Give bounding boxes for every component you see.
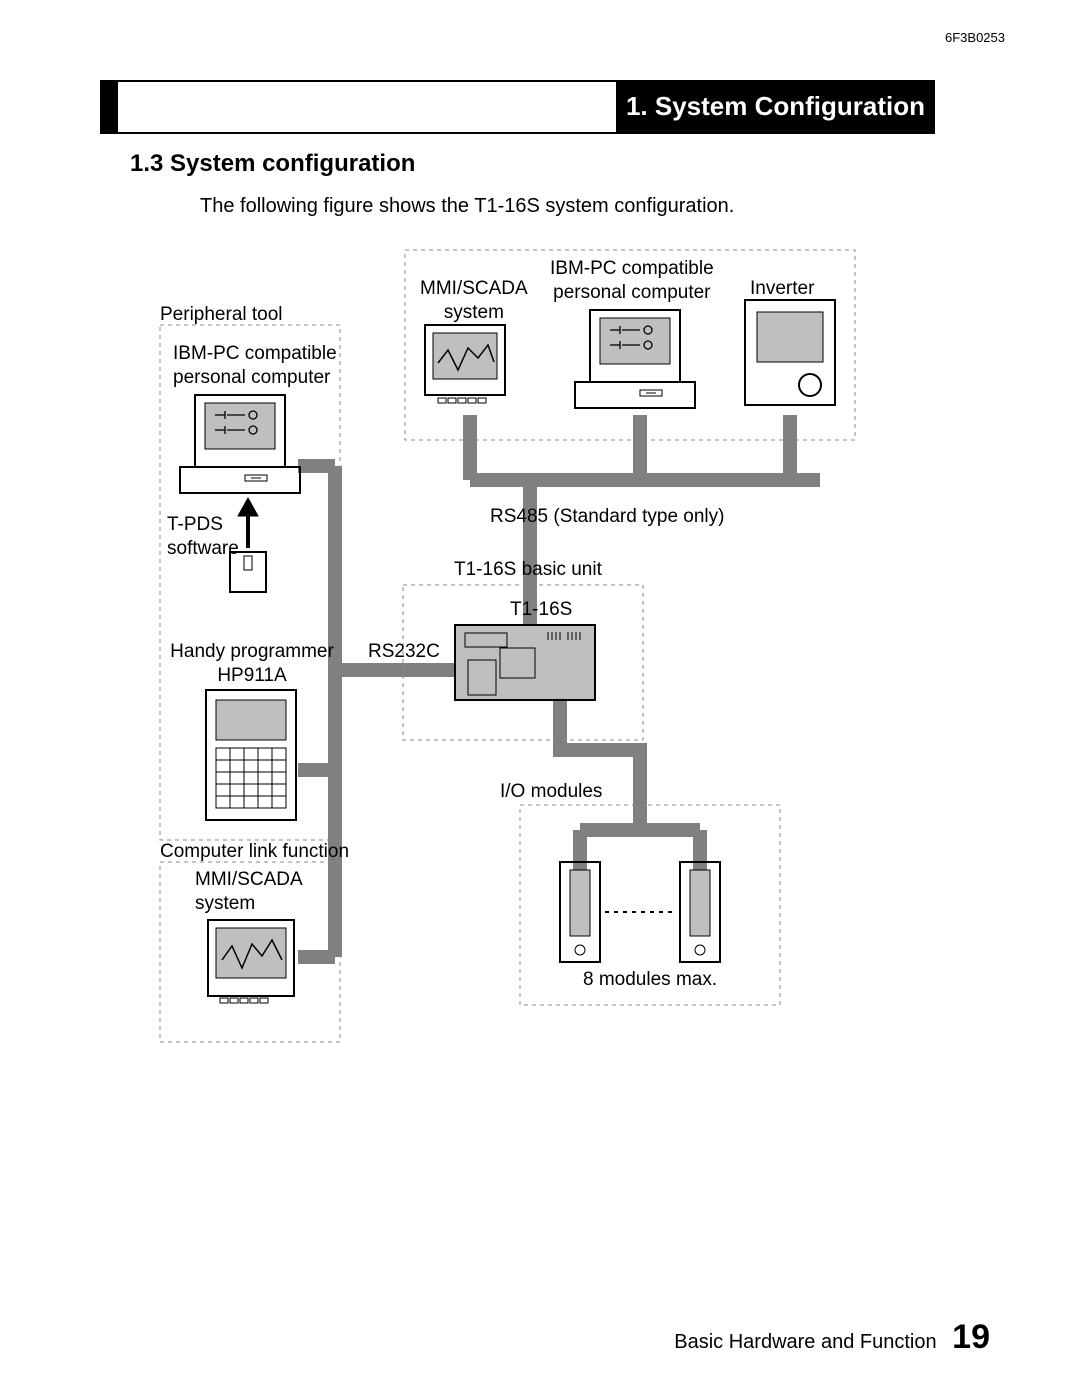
diagram [0,0,1080,1397]
label-ibm-pc-left: IBM-PC compatible personal computer [173,342,337,390]
t1-16s-unit-icon [455,625,595,700]
label-rs485: RS485 (Standard type only) [490,505,724,529]
handy-programmer-icon [206,690,296,820]
inverter-icon [745,300,835,405]
label-basic-unit: T1-16S basic unit [454,558,602,582]
pc-top-icon [575,310,695,408]
label-t116s: T1-16S [510,598,572,622]
pc-left-icon [180,395,300,493]
label-io-modules: I/O modules [500,780,602,804]
mmi-left-icon [208,920,294,1003]
label-rs232c: RS232C [368,640,440,664]
label-handy-prog: Handy programmer HP911A [162,640,342,688]
io-module-left-icon [560,862,600,962]
label-modules-max: 8 modules max. [583,968,717,992]
label-ibm-pc-top: IBM-PC compatible personal computer [550,257,714,305]
arrow-up-icon [238,498,258,548]
label-mmi-left: MMI/SCADA system [195,868,303,916]
label-tpds: T-PDS software [167,513,239,561]
io-module-right-icon [680,862,720,962]
footer: Basic Hardware and Function 19 [674,1318,990,1357]
mmi-top-icon [425,325,505,403]
label-peripheral-tool: Peripheral tool [160,303,283,327]
footer-text: Basic Hardware and Function [674,1331,936,1353]
label-inverter: Inverter [750,277,814,301]
label-comp-link: Computer link function [160,840,349,864]
label-mmi-top: MMI/SCADA system [420,277,528,325]
page-number: 19 [952,1318,990,1356]
